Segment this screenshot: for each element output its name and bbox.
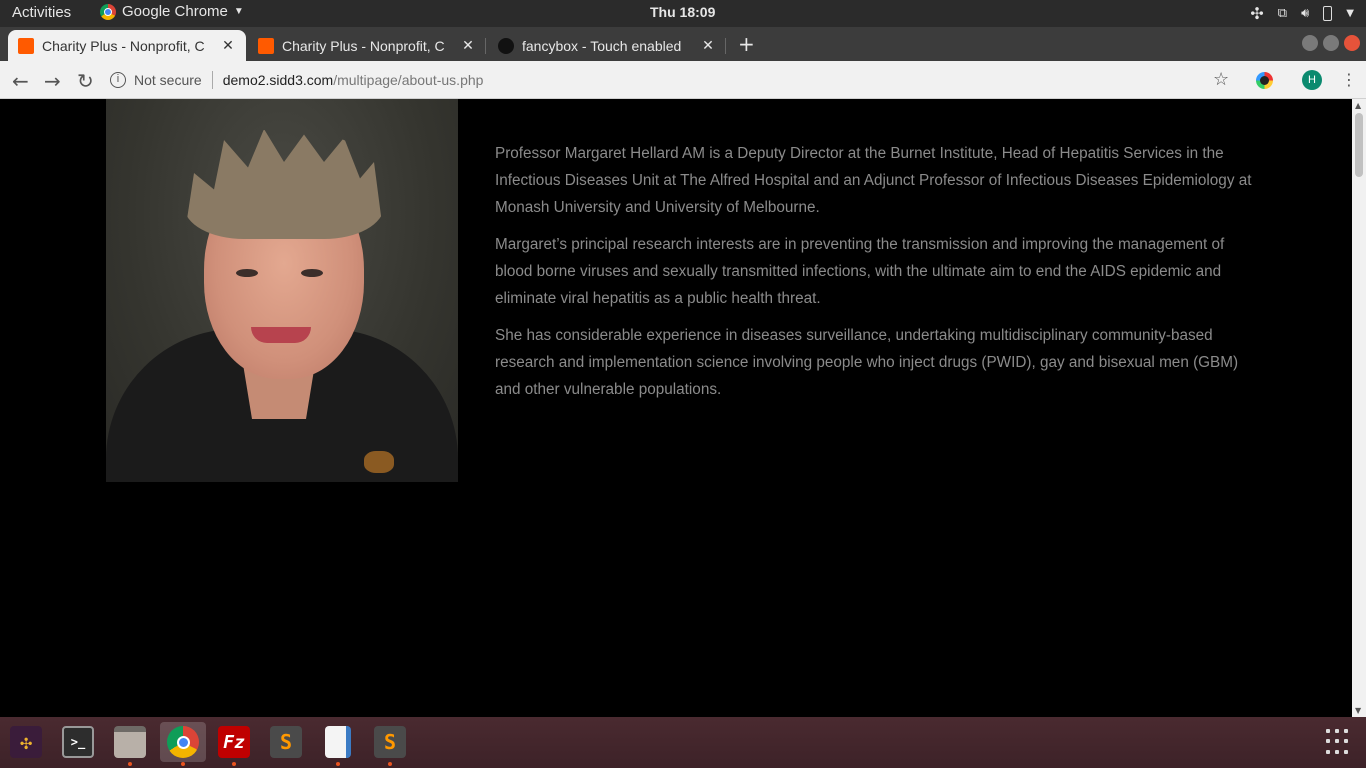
network-icon[interactable]: ⧉ bbox=[1278, 6, 1287, 21]
info-icon[interactable]: i bbox=[110, 72, 126, 88]
app-name: Google Chrome bbox=[122, 3, 228, 20]
bio-paragraph: Margaret’s principal research interests … bbox=[495, 236, 1225, 307]
tab-close-icon[interactable]: ✕ bbox=[460, 37, 476, 54]
profile-avatar[interactable]: H bbox=[1302, 70, 1322, 90]
page-scrollbar[interactable]: ▲ ▼ bbox=[1352, 99, 1366, 717]
system-menu-chevron-icon[interactable]: ▼ bbox=[1346, 8, 1354, 19]
clock[interactable]: Thu 18:09 bbox=[650, 4, 715, 20]
bio-text: Professor Margaret Hellard AM is a Deput… bbox=[495, 140, 1255, 413]
dock-terminal[interactable]: >_ bbox=[58, 722, 98, 762]
activities-button[interactable]: Activities bbox=[12, 4, 71, 21]
photo-brooch-shape bbox=[364, 451, 394, 473]
omnibox-divider bbox=[211, 71, 213, 89]
files-icon bbox=[114, 726, 146, 758]
dock-sublime-text[interactable]: S bbox=[266, 722, 306, 762]
show-applications-button[interactable] bbox=[1326, 729, 1352, 755]
scroll-up-icon[interactable]: ▲ bbox=[1355, 101, 1361, 110]
running-indicator bbox=[181, 762, 185, 766]
charity-plus-favicon-icon bbox=[258, 37, 274, 54]
battery-icon[interactable] bbox=[1323, 6, 1333, 21]
reload-button[interactable]: ↻ bbox=[77, 69, 94, 93]
chrome-icon bbox=[167, 726, 199, 758]
browser-toolbar: ← → ↻ i Not secure demo2.sidd3.com /mult… bbox=[0, 61, 1366, 99]
app-menu[interactable]: Google Chrome ▼ bbox=[100, 3, 244, 20]
dock-sublime-text-2[interactable]: S bbox=[370, 722, 410, 766]
scrollbar-thumb[interactable] bbox=[1355, 113, 1363, 177]
photo-mouth-shape bbox=[251, 327, 311, 343]
sublime-text-icon: S bbox=[374, 726, 406, 758]
running-indicator bbox=[336, 762, 340, 766]
chrome-menu-icon[interactable]: ⋮ bbox=[1341, 70, 1357, 89]
slack-icon: ✣ bbox=[10, 726, 42, 758]
tab-separator bbox=[485, 38, 486, 54]
scroll-down-icon[interactable]: ▼ bbox=[1355, 706, 1361, 715]
tab-title: Charity Plus - Nonprofit, C bbox=[42, 37, 205, 54]
terminal-icon: >_ bbox=[62, 726, 94, 758]
ubuntu-dock: ✣ >_ Fz S S bbox=[0, 717, 1366, 768]
tab-charity-plus-active[interactable]: Charity Plus - Nonprofit, C ✕ bbox=[8, 30, 246, 61]
tab-title: fancybox - Touch enabled bbox=[522, 37, 682, 54]
extension-icon[interactable] bbox=[1256, 72, 1273, 89]
tab-charity-plus[interactable]: Charity Plus - Nonprofit, C ✕ bbox=[248, 30, 486, 61]
document-viewer-icon bbox=[325, 726, 351, 758]
bookmark-star-icon[interactable]: ☆ bbox=[1213, 69, 1229, 90]
volume-icon[interactable]: 🔊︎ bbox=[1301, 6, 1309, 21]
charity-plus-favicon-icon bbox=[18, 37, 34, 54]
chrome-icon bbox=[100, 3, 116, 20]
close-window-button[interactable] bbox=[1344, 35, 1360, 51]
minimize-button[interactable] bbox=[1302, 35, 1318, 51]
system-tray[interactable]: ✣ ⧉ 🔊︎ ▼ bbox=[1250, 4, 1354, 23]
chevron-down-icon: ▼ bbox=[233, 6, 244, 17]
back-button[interactable]: ← bbox=[12, 69, 29, 93]
bio-paragraph: She has considerable experience in disea… bbox=[495, 327, 1239, 398]
dock-document-viewer[interactable] bbox=[318, 722, 358, 766]
photo-eye-shape bbox=[236, 269, 258, 277]
filezilla-icon: Fz bbox=[218, 726, 250, 758]
running-indicator bbox=[128, 762, 132, 766]
dock-filezilla[interactable]: Fz bbox=[214, 722, 254, 766]
window-controls bbox=[1302, 35, 1360, 51]
system-top-bar: Activities Google Chrome ▼ Thu 18:09 ✣ ⧉… bbox=[0, 0, 1366, 27]
new-tab-button[interactable]: + bbox=[738, 32, 755, 56]
url-host[interactable]: demo2.sidd3.com bbox=[223, 72, 334, 88]
tab-strip: Charity Plus - Nonprofit, C ✕ Charity Pl… bbox=[0, 27, 1366, 61]
page-content: Professor Margaret Hellard AM is a Deput… bbox=[0, 99, 1352, 717]
tab-close-icon[interactable]: ✕ bbox=[220, 37, 236, 54]
tab-close-icon[interactable]: ✕ bbox=[700, 37, 716, 54]
dock-chrome[interactable] bbox=[160, 722, 206, 766]
address-bar[interactable]: i Not secure demo2.sidd3.com /multipage/… bbox=[110, 65, 1240, 95]
forward-button[interactable]: → bbox=[44, 69, 61, 93]
photo-hair-shape bbox=[184, 129, 384, 239]
dock-slack[interactable]: ✣ bbox=[6, 722, 46, 762]
running-indicator bbox=[232, 762, 236, 766]
maximize-button[interactable] bbox=[1323, 35, 1339, 51]
slack-tray-icon[interactable]: ✣ bbox=[1250, 4, 1263, 23]
fancybox-favicon-icon bbox=[498, 37, 514, 54]
tab-title: Charity Plus - Nonprofit, C bbox=[282, 37, 445, 54]
sublime-text-icon: S bbox=[270, 726, 302, 758]
profile-photo bbox=[106, 99, 458, 482]
url-path[interactable]: /multipage/about-us.php bbox=[333, 72, 483, 88]
running-indicator bbox=[388, 762, 392, 766]
photo-eye-shape bbox=[301, 269, 323, 277]
tab-separator bbox=[725, 38, 726, 54]
bio-paragraph: Professor Margaret Hellard AM is a Deput… bbox=[495, 145, 1252, 216]
security-label[interactable]: Not secure bbox=[134, 72, 202, 88]
tab-fancybox[interactable]: fancybox - Touch enabled ✕ bbox=[488, 30, 726, 61]
dock-files[interactable] bbox=[110, 722, 150, 766]
